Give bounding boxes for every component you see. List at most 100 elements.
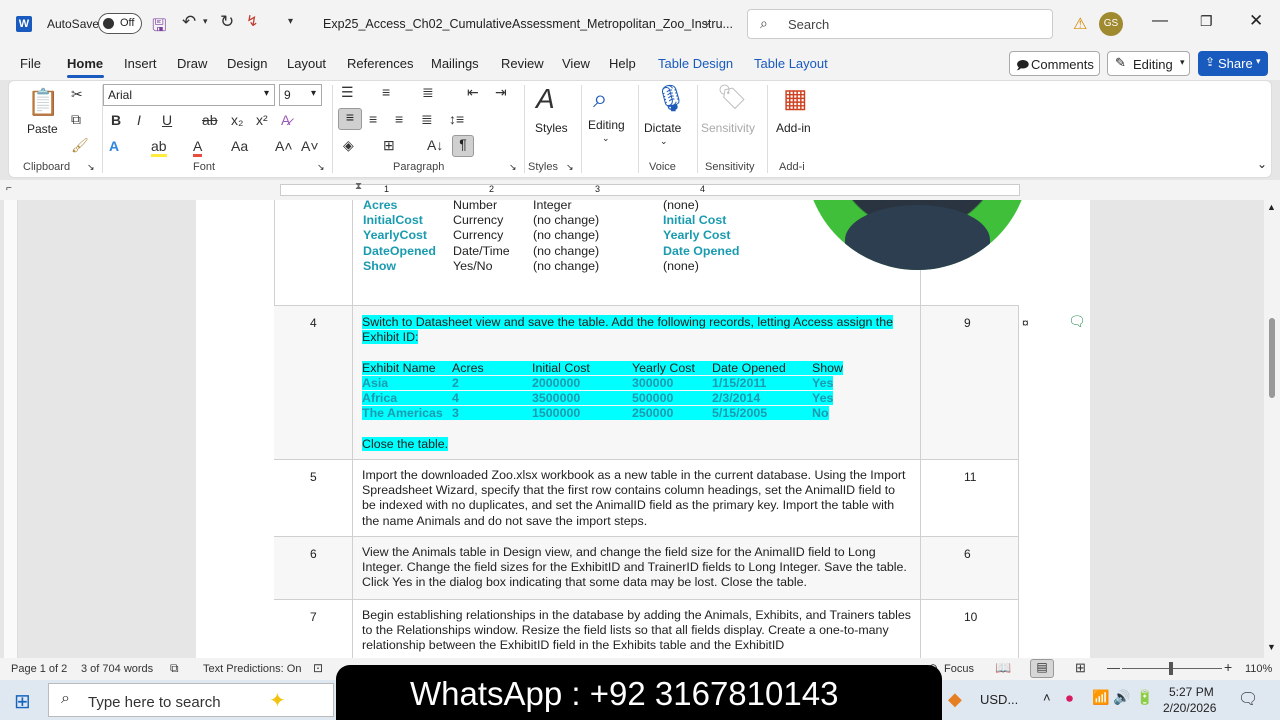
font-launcher-icon[interactable]: ↘ (317, 162, 325, 173)
search-box[interactable]: ⌕ Search (747, 9, 1053, 39)
styles-icon[interactable]: A (536, 83, 555, 115)
text-predictions[interactable]: Text Predictions: On (203, 663, 301, 675)
currency-widget[interactable]: USD... (980, 692, 1018, 707)
tab-view[interactable]: View (562, 56, 590, 71)
tab-mailings[interactable]: Mailings (431, 56, 479, 71)
shading-icon[interactable]: ◈ (343, 137, 354, 154)
tab-selector-icon[interactable]: ⌐ (6, 183, 12, 194)
notifications-icon[interactable]: 🗨 (1238, 689, 1258, 709)
change-case-icon[interactable]: Aa (231, 138, 248, 154)
font-color-icon[interactable]: A (193, 138, 203, 157)
font-size-select[interactable]: 9 ▾ (279, 84, 322, 106)
taskbar-search[interactable]: ⌕ Type here to search ✦ (48, 683, 334, 717)
italic-icon[interactable]: I (137, 112, 141, 128)
format-painter-quick-icon[interactable]: ↯ (246, 12, 259, 30)
strikethrough-icon[interactable]: ab (202, 112, 218, 128)
numbering-icon[interactable]: ≡ (382, 84, 390, 100)
scroll-up-icon[interactable]: ▲ (1267, 202, 1276, 212)
zoom-out-icon[interactable]: — (1107, 660, 1120, 675)
font-name-select[interactable]: Arial ▾ (103, 84, 275, 106)
scroll-down-icon[interactable]: ▼ (1267, 642, 1276, 652)
paragraph-launcher-icon[interactable]: ↘ (509, 162, 517, 173)
step-text[interactable]: View the Animals table in Design view, a… (362, 545, 912, 591)
addins-icon[interactable]: ▦ (783, 83, 808, 114)
read-mode-icon[interactable]: 📖 (995, 660, 1011, 676)
tab-file[interactable]: File (20, 56, 41, 71)
paste-icon[interactable]: 📋 (27, 87, 59, 118)
windows-start-icon[interactable]: ⊞ (14, 689, 31, 714)
tab-table-layout[interactable]: Table Layout (754, 56, 828, 71)
center-icon[interactable]: ≡ (369, 111, 377, 127)
highlight-icon[interactable]: ab (151, 138, 167, 157)
comments-button[interactable]: 🗩 Comments (1009, 51, 1100, 76)
warning-icon[interactable]: ⚠ (1073, 14, 1087, 34)
autosave-toggle[interactable]: Off (98, 13, 142, 34)
restore-icon[interactable]: ❐ (1200, 13, 1213, 30)
tab-layout[interactable]: Layout (287, 56, 326, 71)
tab-draw[interactable]: Draw (177, 56, 207, 71)
scroll-thumb[interactable] (1269, 318, 1275, 398)
line-spacing-icon[interactable]: ↕≡ (449, 111, 464, 127)
undo-icon[interactable]: ↶ (182, 12, 196, 32)
underline-icon[interactable]: U (162, 112, 172, 128)
borders-icon[interactable]: ⊞ (383, 137, 395, 154)
network-icon[interactable]: 📶 (1092, 689, 1109, 706)
ruler-bar[interactable] (280, 184, 1020, 196)
close-icon[interactable]: ✕ (1249, 11, 1263, 31)
editing-mode-button[interactable]: ✎ Editing ▾ (1107, 51, 1190, 76)
clock-time[interactable]: 5:27 PM (1169, 685, 1214, 699)
tab-references[interactable]: References (347, 56, 413, 71)
customize-quick-access-icon[interactable]: ▾ (288, 16, 293, 27)
multilevel-list-icon[interactable]: ≣ (422, 84, 434, 101)
zoom-level[interactable]: 110% (1245, 663, 1272, 675)
text-effects-icon[interactable]: A (109, 138, 119, 154)
tab-home[interactable]: Home (67, 56, 103, 71)
grow-font-icon[interactable]: A˄ (275, 138, 293, 154)
cut-icon[interactable]: ✂ (71, 86, 83, 103)
weather-icon[interactable]: ◆ (948, 689, 962, 710)
undo-dropdown-icon[interactable]: ▾ (203, 16, 208, 27)
volume-icon[interactable]: 🔊 (1113, 689, 1130, 706)
page-count[interactable]: Page 1 of 2 (11, 663, 67, 675)
show-formatting-icon[interactable]: ¶ (452, 135, 474, 157)
tray-chevron-icon[interactable]: ˄ (1043, 690, 1051, 705)
editing-label[interactable]: Editing (588, 118, 625, 132)
vertical-scrollbar[interactable]: ▲ ▼ (1264, 200, 1280, 658)
focus-label[interactable]: Focus (944, 663, 974, 675)
tab-review[interactable]: Review (501, 56, 544, 71)
minimize-icon[interactable]: — (1152, 12, 1168, 30)
justify-icon[interactable]: ≣ (421, 111, 433, 128)
title-dropdown-icon[interactable]: ⌄ (703, 15, 712, 28)
share-button[interactable]: ⇪ Share ▾ (1198, 51, 1268, 76)
clear-formatting-icon[interactable]: A̷ (281, 112, 290, 128)
word-count[interactable]: 3 of 704 words (81, 663, 153, 675)
document-title[interactable]: Exp25_Access_Ch02_CumulativeAssessment_M… (323, 17, 733, 31)
copy-icon[interactable]: ⧉ (71, 111, 81, 128)
record-icon[interactable]: ⏺ (1066, 690, 1073, 707)
redo-icon[interactable]: ↻ (220, 12, 234, 32)
dictate-chevron-icon[interactable]: ⌄ (660, 136, 668, 147)
indent-marker-icon[interactable]: ⧗ (355, 181, 362, 192)
web-layout-icon[interactable]: ⊞ (1075, 660, 1086, 676)
bold-icon[interactable]: B (111, 112, 121, 128)
editing-chevron-icon[interactable]: ⌄ (602, 133, 610, 144)
zoom-in-icon[interactable]: + (1224, 659, 1232, 675)
step-text[interactable]: Begin establishing relationships in the … (362, 608, 912, 654)
increase-indent-icon[interactable]: ⇥ (495, 84, 507, 101)
tab-table-design[interactable]: Table Design (658, 56, 733, 71)
align-left-icon[interactable]: ≡ (338, 108, 362, 130)
print-layout-icon[interactable]: ▤ (1030, 659, 1054, 678)
subscript-icon[interactable]: x₂ (231, 112, 243, 128)
tab-help[interactable]: Help (609, 56, 636, 71)
format-painter-icon[interactable]: 🖌 (71, 137, 89, 154)
accessibility-icon[interactable]: ⊡ (313, 661, 323, 675)
dictate-label[interactable]: Dictate (644, 121, 681, 135)
align-right-icon[interactable]: ≡ (395, 111, 403, 127)
bullets-icon[interactable]: ☰ (341, 84, 354, 101)
tab-design[interactable]: Design (227, 56, 267, 71)
decrease-indent-icon[interactable]: ⇤ (467, 84, 479, 101)
sort-icon[interactable]: A↓ (427, 137, 443, 153)
addins-label[interactable]: Add-in (776, 121, 811, 135)
tab-insert[interactable]: Insert (124, 56, 157, 71)
find-icon[interactable]: ⌕ (593, 83, 608, 115)
